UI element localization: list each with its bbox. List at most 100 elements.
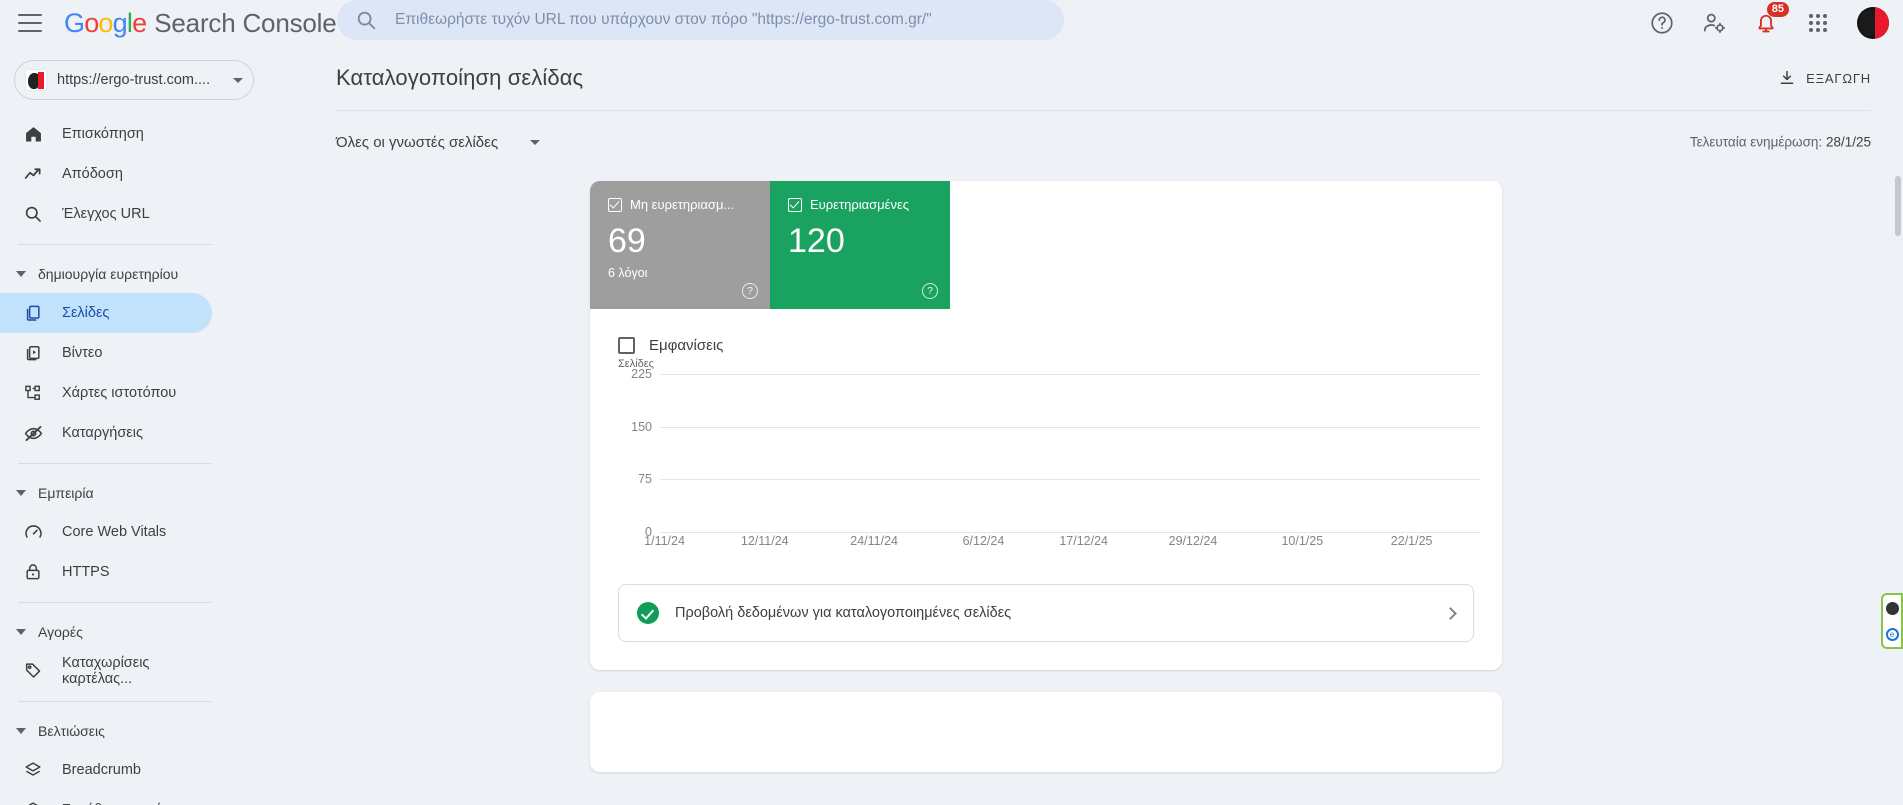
chart-x-tick: 22/1/25 xyxy=(1390,534,1433,548)
search-icon xyxy=(22,203,44,225)
help-icon[interactable] xyxy=(1649,10,1675,36)
page-header: Καταλογοποίηση σελίδας ΕΞΑΓΩΓΗ xyxy=(270,46,1903,110)
scrollbar-thumb[interactable] xyxy=(1895,176,1901,236)
sidebar-item-label: Καταχωρίσεις καρτέλας... xyxy=(62,655,150,687)
top-app-bar: Google Search Console Επιθεωρήστε τυχόν … xyxy=(0,0,1903,46)
sidebar-item-label: Core Web Vitals xyxy=(62,524,167,540)
sidebar-group-label: Εμπειρία xyxy=(38,485,94,501)
sidebar-item-faq[interactable]: Συνήθεις ερωτήσεις xyxy=(0,790,212,805)
download-icon xyxy=(1780,70,1794,84)
metric-checkbox[interactable] xyxy=(608,197,622,212)
sidebar-divider xyxy=(18,701,212,702)
pages-icon xyxy=(22,302,44,324)
sidebar-item-overview[interactable]: Επισκόπηση xyxy=(0,114,212,154)
chevron-down-icon xyxy=(233,77,243,83)
sidebar-item-merchant-listings[interactable]: Καταχωρίσεις καρτέλας... xyxy=(0,651,212,691)
chart-x-tick: 24/11/24 xyxy=(850,534,898,548)
metric-value: 120 xyxy=(788,222,845,260)
account-settings-icon[interactable] xyxy=(1701,10,1727,36)
banner-label: Προβολή δεδομένων για καταλογοποιημένες … xyxy=(675,605,1012,621)
help-circle-icon[interactable]: ? xyxy=(742,283,758,299)
brand-logo[interactable]: Google Search Console xyxy=(64,8,337,39)
chart-y-tick: 75 xyxy=(638,472,652,487)
video-icon xyxy=(22,342,44,364)
chart-gridline: 0 xyxy=(645,525,1480,539)
impressions-toggle[interactable]: Εμφανίσεις xyxy=(590,309,1502,354)
top-bar-icons: 85 xyxy=(1649,0,1889,46)
layers-icon xyxy=(22,759,44,781)
site-favicon xyxy=(25,69,47,91)
export-label: ΕΞΑΓΩΓΗ xyxy=(1806,70,1871,86)
page-title: Καταλογοποίηση σελίδας xyxy=(336,65,584,90)
chart-x-axis-labels: 1/11/24 12/11/24 24/11/24 6/12/24 17/12/24 29… xyxy=(644,534,1480,554)
property-selector[interactable]: https://ergo-trust.com.... xyxy=(14,60,254,100)
metric-subtext: 6 λόγοι xyxy=(608,266,648,280)
eye-off-icon xyxy=(22,422,44,444)
chart-x-tick: 17/12/24 xyxy=(1059,534,1108,548)
indexed-pages-banner[interactable]: Προβολή δεδομένων για καταλογοποιημένες … xyxy=(618,584,1474,642)
sidebar-group-indexing[interactable]: δημιουργία ευρετηρίου xyxy=(0,255,270,293)
layers-icon xyxy=(22,799,44,805)
sidebar-item-label: Καταργήσεις xyxy=(62,425,143,441)
chart-bars[interactable] xyxy=(660,374,1480,532)
help-circle-icon[interactable]: ? xyxy=(922,283,938,299)
sidebar-item-performance[interactable]: Απόδοση xyxy=(0,154,212,194)
sidebar-nav: Επισκόπηση Απόδοση Έλεγχος URL δημιουργί… xyxy=(0,114,270,805)
e-badge-icon: e xyxy=(1885,627,1899,641)
check-circle-icon xyxy=(637,602,659,624)
chevron-right-icon xyxy=(1444,606,1457,620)
sitemap-icon xyxy=(22,382,44,404)
page-filter-dropdown[interactable]: Όλες οι γνωστές σελίδες xyxy=(336,134,541,151)
chart-plot-area: 0 75 150 225 xyxy=(631,367,1480,539)
sidebar-item-breadcrumb[interactable]: Breadcrumb xyxy=(0,750,212,790)
sidebar-divider xyxy=(18,602,212,603)
sidebar-group-label: δημιουργία ευρετηρίου xyxy=(38,266,179,282)
notifications-icon[interactable]: 85 xyxy=(1753,2,1789,36)
chevron-down-icon xyxy=(16,629,26,635)
chevron-down-icon xyxy=(16,490,26,496)
impressions-checkbox[interactable] xyxy=(618,337,635,354)
sidebar-item-label: Επισκόπηση xyxy=(62,126,144,142)
avatar[interactable] xyxy=(1857,7,1889,39)
sidebar-item-label: Χάρτες ιστοτόπου xyxy=(62,385,177,401)
sidebar-item-removals[interactable]: Καταργήσεις xyxy=(0,413,212,453)
last-update-prefix: Τελευταία ενημέρωση: xyxy=(1689,134,1823,150)
sidebar-group-enhancements[interactable]: Βελτιώσεις xyxy=(0,712,270,750)
speedometer-icon xyxy=(22,521,44,543)
export-button[interactable]: ΕΞΑΓΩΓΗ xyxy=(1778,69,1871,87)
chart-x-tick: 10/1/25 xyxy=(1281,534,1324,548)
last-update-value: 28/1/25 xyxy=(1825,134,1871,150)
metric-checkbox[interactable] xyxy=(788,197,802,212)
chart-x-tick: 6/12/24 xyxy=(962,534,1005,548)
sidebar-item-label: Απόδοση xyxy=(62,166,123,182)
lock-icon xyxy=(22,561,44,583)
property-label: https://ergo-trust.com.... xyxy=(57,72,211,88)
chevron-down-icon xyxy=(530,139,541,145)
sidebar-item-pages[interactable]: Σελίδες xyxy=(0,293,212,333)
notification-badge: 85 xyxy=(1766,2,1789,17)
sidebar-divider xyxy=(18,244,212,245)
metric-label: Ευρετηριασμένες xyxy=(810,197,910,212)
sidebar-item-label: Σελίδες xyxy=(62,305,110,321)
sidebar-item-core-web-vitals[interactable]: Core Web Vitals xyxy=(0,512,212,552)
sidebar-group-shopping[interactable]: Αγορές xyxy=(0,613,270,651)
search-icon xyxy=(357,11,376,30)
sidebar-item-url-inspection[interactable]: Έλεγχος URL xyxy=(0,194,212,234)
metric-value: 69 xyxy=(608,222,646,260)
trending-up-icon xyxy=(22,163,44,185)
metric-indexed[interactable]: Ευρετηριασμένες 120 ? xyxy=(770,181,950,309)
hamburger-icon[interactable] xyxy=(18,14,42,32)
circle-icon xyxy=(1885,601,1899,615)
side-widget[interactable]: e xyxy=(1881,593,1903,649)
indexing-chart: Σελίδες 0 75 150 225 1/11/24 12/11/24 24/11/2… xyxy=(618,358,1480,554)
sidebar-group-experience[interactable]: Εμπειρία xyxy=(0,474,270,512)
apps-grid-icon[interactable] xyxy=(1805,10,1831,36)
impressions-label: Εμφανίσεις xyxy=(649,337,724,354)
search-input[interactable]: Επιθεωρήστε τυχόν URL που υπάρχουν στον … xyxy=(395,11,932,29)
metric-not-indexed[interactable]: Μη ευρετηριασμ... 69 6 λόγοι ? xyxy=(590,181,770,309)
sidebar-item-sitemaps[interactable]: Χάρτες ιστοτόπου xyxy=(0,373,212,413)
url-inspection-search[interactable]: Επιθεωρήστε τυχόν URL που υπάρχουν στον … xyxy=(337,0,1064,40)
sidebar-item-https[interactable]: HTTPS xyxy=(0,552,212,592)
secondary-card xyxy=(590,692,1502,772)
sidebar-item-video[interactable]: Βίντεο xyxy=(0,333,212,373)
